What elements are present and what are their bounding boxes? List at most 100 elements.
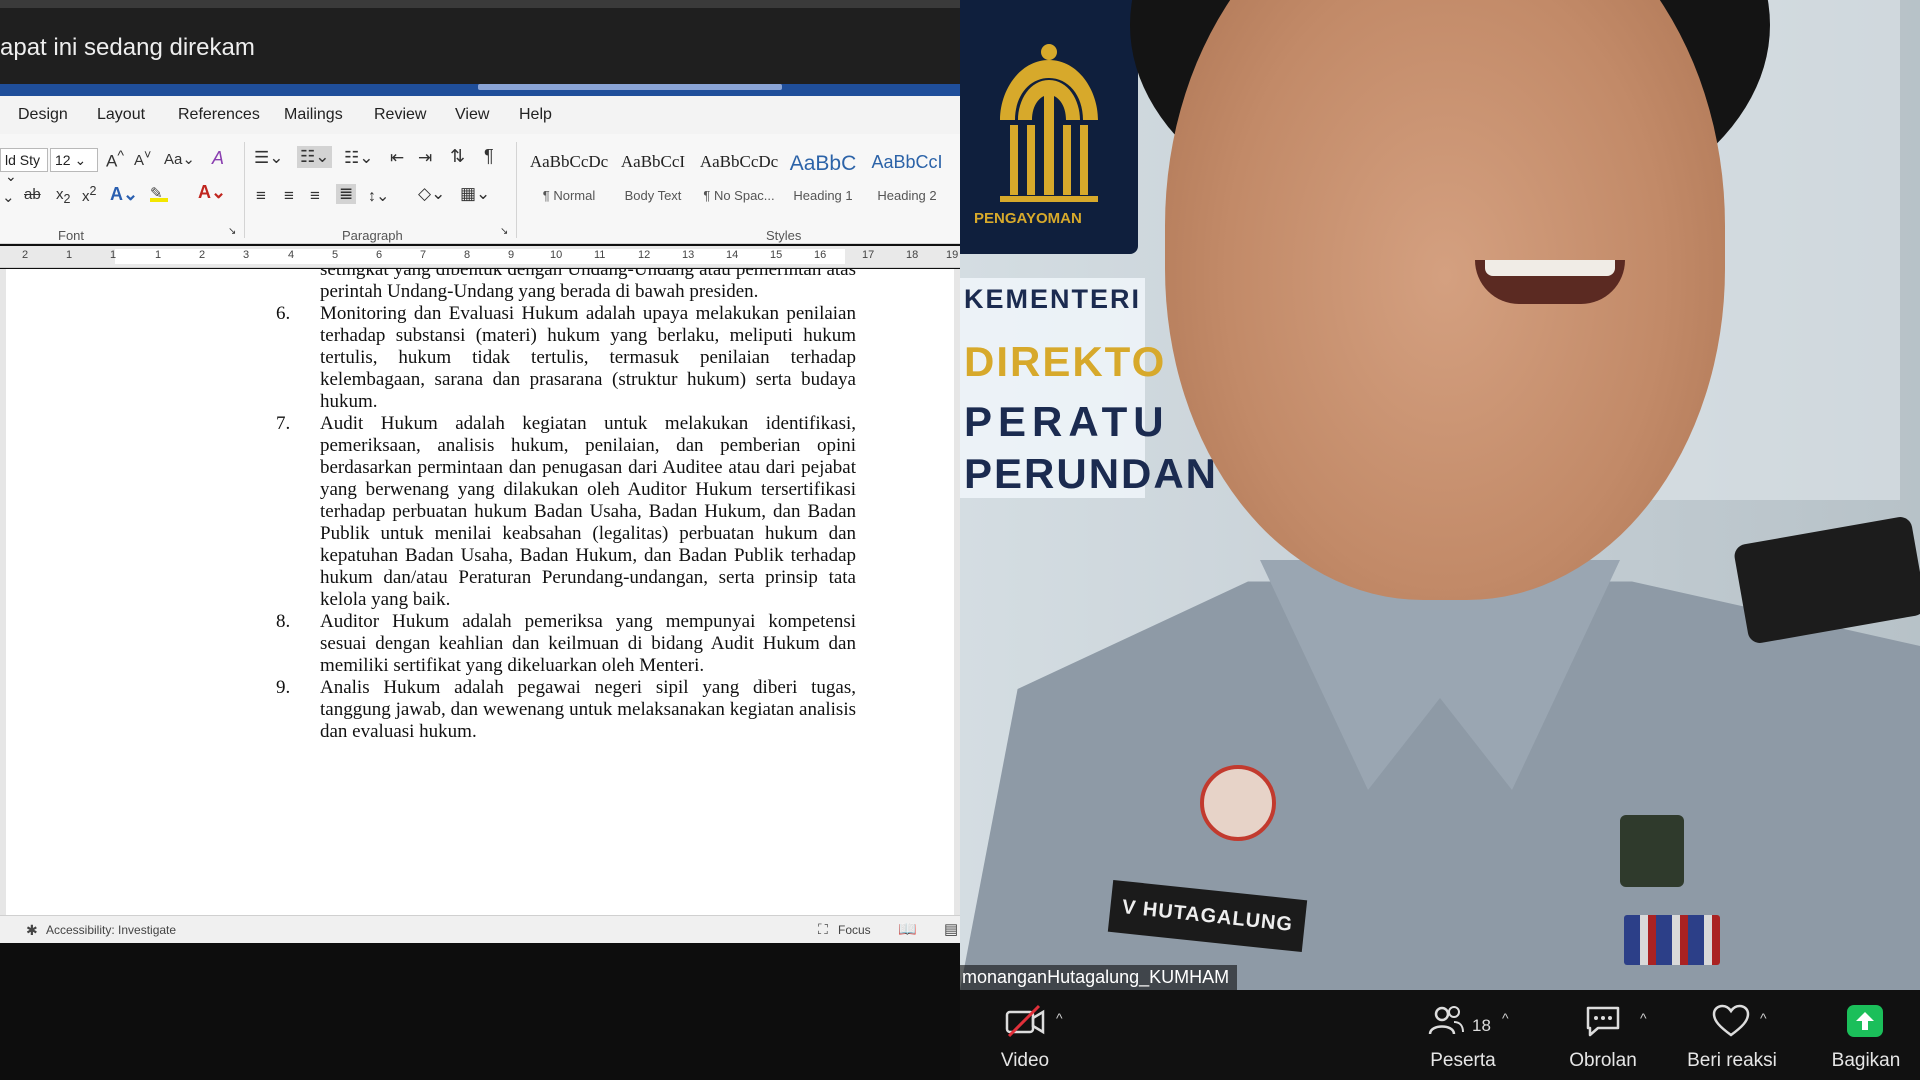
tab-references[interactable]: References — [178, 106, 260, 124]
list-item-text: Audit Hukum adalah kegiatan untuk melaku… — [320, 413, 856, 610]
chevron-down-icon[interactable]: ⌄ — [2, 188, 15, 206]
style-heading-1[interactable]: AaBbC Heading 1 — [782, 152, 864, 203]
share-button[interactable]: Bagikan — [1816, 990, 1916, 1080]
chevron-down-icon: ⌄ — [70, 152, 87, 168]
text-effects-icon[interactable]: A⌄ — [110, 184, 138, 205]
shading-icon[interactable]: ◇⌄ — [418, 184, 445, 204]
read-mode-icon[interactable]: 📖 — [898, 920, 917, 938]
tab-mailings[interactable]: Mailings — [284, 106, 343, 124]
style-name: ¶ Normal — [542, 188, 596, 203]
superscript-icon[interactable]: x2 — [82, 184, 96, 205]
accessibility-icon[interactable]: ✱ — [26, 922, 38, 939]
style-no-spacing[interactable]: AaBbCcDc ¶ No Spac... — [698, 152, 780, 203]
list-item[interactable]: 8. Auditor Hukum adalah pemeriksa yang m… — [268, 611, 856, 677]
highlight-icon[interactable]: ✎ — [150, 184, 168, 202]
recording-notice-text: apat ini sedang direkam — [0, 34, 255, 61]
list-item-number: 7. — [276, 413, 291, 434]
ministry-banner: KEMENTERI DIREKTO PERATU PERUNDAN — [960, 278, 1216, 498]
chevron-up-icon[interactable]: ^ — [1502, 1010, 1509, 1026]
borders-icon[interactable]: ▦⌄ — [460, 184, 490, 204]
shrink-font-icon[interactable]: A˅ — [134, 148, 151, 169]
horizontal-scroll-thumb[interactable] — [478, 84, 782, 90]
style-normal[interactable]: AaBbCcDc ¶ Normal — [528, 152, 610, 203]
participant-video[interactable]: PENGAYOMAN KEMENTERI DIREKTO PERATU PERU… — [960, 0, 1920, 990]
service-ribbons — [1624, 915, 1720, 965]
bullets-icon[interactable]: ☰⌄ — [254, 148, 283, 168]
font-color-icon[interactable]: A⌄ — [198, 182, 226, 203]
dialog-launcher-icon[interactable]: ↘ — [228, 226, 236, 237]
dialog-launcher-icon[interactable]: ↘ — [500, 226, 508, 237]
chevron-up-icon[interactable]: ^ — [1760, 1010, 1767, 1026]
list-item[interactable]: 9. Analis Hukum adalah pegawai negeri si… — [268, 677, 856, 743]
line-spacing-icon[interactable]: ↕⌄ — [368, 186, 389, 206]
multilevel-list-icon[interactable]: ☷⌄ — [344, 148, 373, 168]
style-preview: AaBbC — [789, 152, 857, 175]
accessibility-status[interactable]: Accessibility: Investigate — [46, 923, 176, 937]
tab-review[interactable]: Review — [374, 106, 426, 124]
reactions-button[interactable]: Beri reaksi — [1672, 990, 1792, 1080]
ruler-number: 17 — [862, 249, 875, 261]
document-page[interactable]: setingkat yang dibentuk dengan Undang-Un… — [6, 269, 954, 915]
participants-button[interactable]: 18 Peserta — [1408, 990, 1518, 1080]
heart-icon — [1712, 1004, 1750, 1037]
chat-button[interactable]: Obrolan — [1548, 990, 1658, 1080]
decrease-indent-icon[interactable]: ⇤ — [390, 148, 404, 168]
list-item-number: 6. — [276, 303, 291, 324]
focus-button[interactable]: Focus — [838, 923, 871, 937]
print-layout-icon[interactable]: ▤ — [944, 920, 958, 938]
ruler-number: 2 — [22, 249, 29, 261]
font-name-value: ld Sty — [5, 152, 41, 168]
align-center-icon[interactable]: ≡ — [284, 186, 294, 206]
recording-notice-bar: apat ini sedang direkam — [0, 8, 960, 88]
list-item[interactable]: 6. Monitoring dan Evaluasi Hukum adalah … — [268, 303, 856, 413]
strikethrough-icon[interactable]: ab — [24, 186, 41, 203]
video-off-icon — [1005, 1004, 1045, 1038]
style-name: ¶ No Spac... — [703, 188, 775, 203]
numbering-icon[interactable]: ☷⌄ — [297, 146, 333, 168]
reactions-label: Beri reaksi — [1687, 1050, 1777, 1071]
tab-design[interactable]: Design — [18, 106, 68, 124]
list-item-text: Auditor Hukum adalah pemeriksa yang memp… — [320, 611, 856, 676]
style-body-text[interactable]: AaBbCcI Body Text — [612, 152, 694, 203]
video-button[interactable]: Video — [980, 990, 1070, 1080]
list-item-number: 8. — [276, 611, 291, 632]
font-size-select[interactable]: 12 ⌄ — [50, 148, 98, 172]
subscript-icon[interactable]: x2 — [56, 186, 70, 206]
tab-help[interactable]: Help — [519, 106, 552, 124]
list-item[interactable]: setingkat yang dibentuk dengan Undang-Un… — [268, 269, 856, 303]
tab-view[interactable]: View — [455, 106, 489, 124]
chevron-up-icon[interactable]: ^ — [1056, 1010, 1063, 1026]
list-item-text: Analis Hukum adalah pegawai negeri sipil… — [320, 677, 856, 742]
style-heading-2[interactable]: AaBbCcI Heading 2 — [866, 152, 948, 203]
horizontal-ruler[interactable]: 2 1 1 1 2 3 4 5 6 7 8 9 10 11 12 13 14 1… — [0, 246, 960, 268]
chat-label: Obrolan — [1569, 1050, 1637, 1071]
status-bar: ✱ Accessibility: Investigate ⛶ Focus 📖 ▤ — [0, 915, 960, 943]
focus-icon[interactable]: ⛶ — [818, 921, 828, 938]
document-area[interactable]: setingkat yang dibentuk dengan Undang-Un… — [0, 269, 960, 915]
ribbon-home: ld Sty ⌄ 12 ⌄ A^ A˅ Aa⌄ A ⌄ ab x2 x2 A⌄ … — [0, 134, 960, 244]
ruler-number: 16 — [814, 249, 827, 261]
screen-share-background — [0, 943, 960, 1080]
font-name-select[interactable]: ld Sty ⌄ — [0, 148, 48, 184]
ruler-number: 1 — [155, 249, 162, 261]
participants-label: Peserta — [1430, 1050, 1496, 1071]
align-left-icon[interactable]: ≡ — [256, 186, 266, 206]
tab-layout[interactable]: Layout — [97, 106, 145, 124]
increase-indent-icon[interactable]: ⇥ — [418, 148, 432, 168]
list-item[interactable]: 7. Audit Hukum adalah kegiatan untuk mel… — [268, 413, 856, 611]
style-preview: AaBbCcDc — [699, 152, 779, 171]
align-right-icon[interactable]: ≡ — [310, 186, 320, 206]
chat-icon — [1586, 1006, 1620, 1037]
chest-badge — [1200, 765, 1276, 841]
show-formatting-icon[interactable]: ¶ — [484, 146, 494, 167]
change-case-icon[interactable]: Aa⌄ — [164, 150, 195, 168]
clear-formatting-icon[interactable]: A — [212, 148, 224, 169]
grow-font-icon[interactable]: A^ — [106, 148, 124, 172]
meeting-toolbar: Video ^ 18 Peserta ^ Obrolan ^ Beri reak… — [960, 990, 1920, 1080]
chevron-up-icon[interactable]: ^ — [1640, 1010, 1647, 1026]
sort-icon[interactable]: ⇅ — [450, 146, 465, 167]
person-face — [1165, 0, 1725, 600]
justify-icon[interactable]: ≣ — [336, 184, 357, 204]
shared-screen: apat ini sedang direkam Design Layout Re… — [0, 0, 960, 1080]
font-size-value: 12 — [55, 152, 71, 168]
